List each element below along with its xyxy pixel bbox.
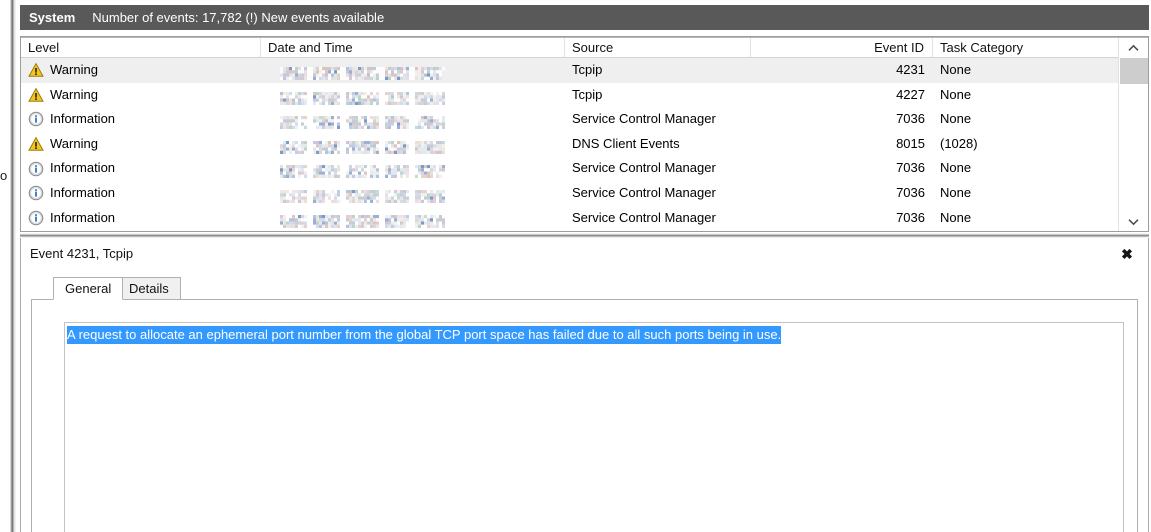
- cell-level: Information: [21, 107, 261, 132]
- tab-general[interactable]: General: [53, 277, 123, 300]
- cell-source: Service Control Manager: [565, 107, 751, 132]
- adjacent-pane-text-fragment: o: [0, 168, 7, 183]
- cell-date-and-time: [261, 58, 565, 83]
- redacted-date-block: [280, 89, 445, 102]
- log-header-bar: System Number of events: 17,782 (!) New …: [20, 5, 1149, 30]
- events-panel: System Number of events: 17,782 (!) New …: [18, 0, 1151, 532]
- cell-level: Information: [21, 206, 261, 231]
- cell-level: Warning: [21, 83, 261, 108]
- cell-event-id: 8015: [751, 132, 933, 157]
- table-row[interactable]: Warning Tcpip4227None: [21, 83, 1118, 108]
- cell-task-category: None: [933, 58, 1118, 83]
- cell-event-id: 7036: [751, 181, 933, 206]
- log-status-label: Number of events: 17,782 (!) New events …: [92, 10, 384, 25]
- scrollbar-track[interactable]: [1119, 58, 1148, 211]
- level-label: Information: [50, 206, 115, 231]
- event-detail-tabs: General Details: [31, 277, 1138, 300]
- cell-event-id: 4227: [751, 83, 933, 108]
- event-list-rows: WarningTcpip4231NoneWarningTcpip4227None…: [21, 58, 1118, 231]
- level-label: Warning: [50, 132, 98, 157]
- level-label: Information: [50, 107, 115, 132]
- table-row[interactable]: Information Service Control Manager7036No…: [21, 107, 1118, 132]
- cell-level: Information: [21, 181, 261, 206]
- cell-date-and-time: [261, 107, 565, 132]
- cell-date-and-time: [261, 83, 565, 108]
- information-circle-icon: [28, 210, 44, 226]
- event-list: Level Date and Time Source Event ID Task…: [20, 36, 1149, 232]
- cell-level: Information: [21, 156, 261, 181]
- event-viewer-root: o System Number of events: 17,782 (!) Ne…: [0, 0, 1151, 532]
- cell-date-and-time: [261, 132, 565, 157]
- information-circle-icon: [28, 185, 44, 201]
- redacted-date-block: [280, 187, 445, 200]
- event-list-scrollbar[interactable]: [1118, 38, 1148, 231]
- column-header-event-id[interactable]: Event ID: [751, 38, 933, 57]
- redacted-date-block: [280, 138, 445, 151]
- cell-level: Warning: [21, 132, 261, 157]
- column-header-task-category[interactable]: Task Category: [933, 38, 1118, 57]
- chevron-down-icon[interactable]: [1119, 211, 1148, 231]
- chevron-up-icon[interactable]: [1119, 38, 1148, 59]
- pane-splitter-line: [15, 0, 16, 532]
- warning-triangle-icon: [28, 87, 44, 103]
- cell-task-category: None: [933, 181, 1118, 206]
- log-name-label: System: [29, 10, 75, 25]
- table-row[interactable]: Warning Tcpip4231None: [21, 58, 1118, 83]
- table-row[interactable]: Information Service Control Manager7036No…: [21, 156, 1118, 181]
- event-list-header: Level Date and Time Source Event ID Task…: [21, 38, 1148, 58]
- table-row[interactable]: Warning DNS Client Events8015(1028): [21, 132, 1118, 157]
- tab-details[interactable]: Details: [117, 277, 181, 300]
- column-header-level[interactable]: Level: [21, 38, 261, 57]
- cell-event-id: 7036: [751, 107, 933, 132]
- cell-event-id: 7036: [751, 156, 933, 181]
- level-label: Warning: [50, 58, 98, 83]
- cell-source: DNS Client Events: [565, 132, 751, 157]
- close-icon[interactable]: ✖: [1118, 245, 1136, 263]
- cell-task-category: (1028): [933, 132, 1118, 157]
- tab-panel-general: A request to allocate an ephemeral port …: [31, 299, 1138, 532]
- event-description-text: A request to allocate an ephemeral port …: [67, 326, 781, 344]
- cell-source: Service Control Manager: [565, 181, 751, 206]
- level-label: Warning: [50, 83, 98, 108]
- cell-task-category: None: [933, 83, 1118, 108]
- redacted-date-block: [280, 212, 445, 225]
- cell-event-id: 4231: [751, 58, 933, 83]
- redacted-date-block: [280, 64, 445, 77]
- redacted-date-block: [280, 162, 445, 175]
- cell-source: Service Control Manager: [565, 206, 751, 231]
- cell-task-category: None: [933, 156, 1118, 181]
- table-row[interactable]: Information Service Control Manager7036No…: [21, 181, 1118, 206]
- cell-level: Warning: [21, 58, 261, 83]
- scrollbar-thumb[interactable]: [1120, 58, 1148, 84]
- event-description-box[interactable]: A request to allocate an ephemeral port …: [64, 322, 1124, 532]
- column-header-source[interactable]: Source: [565, 38, 751, 57]
- event-detail-pane: Event 4231, Tcpip ✖ General Details A re…: [20, 238, 1149, 532]
- cell-date-and-time: [261, 206, 565, 231]
- tab-underline: [31, 299, 1138, 300]
- event-detail-title: Event 4231, Tcpip: [30, 246, 133, 261]
- cell-event-id: 7036: [751, 206, 933, 231]
- level-label: Information: [50, 156, 115, 181]
- information-circle-icon: [28, 111, 44, 127]
- table-row[interactable]: Information Service Control Manager7036No…: [21, 206, 1118, 231]
- cell-task-category: None: [933, 107, 1118, 132]
- level-label: Information: [50, 181, 115, 206]
- information-circle-icon: [28, 161, 44, 177]
- cell-date-and-time: [261, 156, 565, 181]
- cell-source: Tcpip: [565, 83, 751, 108]
- cell-source: Tcpip: [565, 58, 751, 83]
- cell-date-and-time: [261, 181, 565, 206]
- redacted-date-block: [280, 113, 445, 126]
- cell-source: Service Control Manager: [565, 156, 751, 181]
- cell-task-category: None: [933, 206, 1118, 231]
- column-header-date-and-time[interactable]: Date and Time: [261, 38, 565, 57]
- warning-triangle-icon: [28, 62, 44, 78]
- warning-triangle-icon: [28, 136, 44, 152]
